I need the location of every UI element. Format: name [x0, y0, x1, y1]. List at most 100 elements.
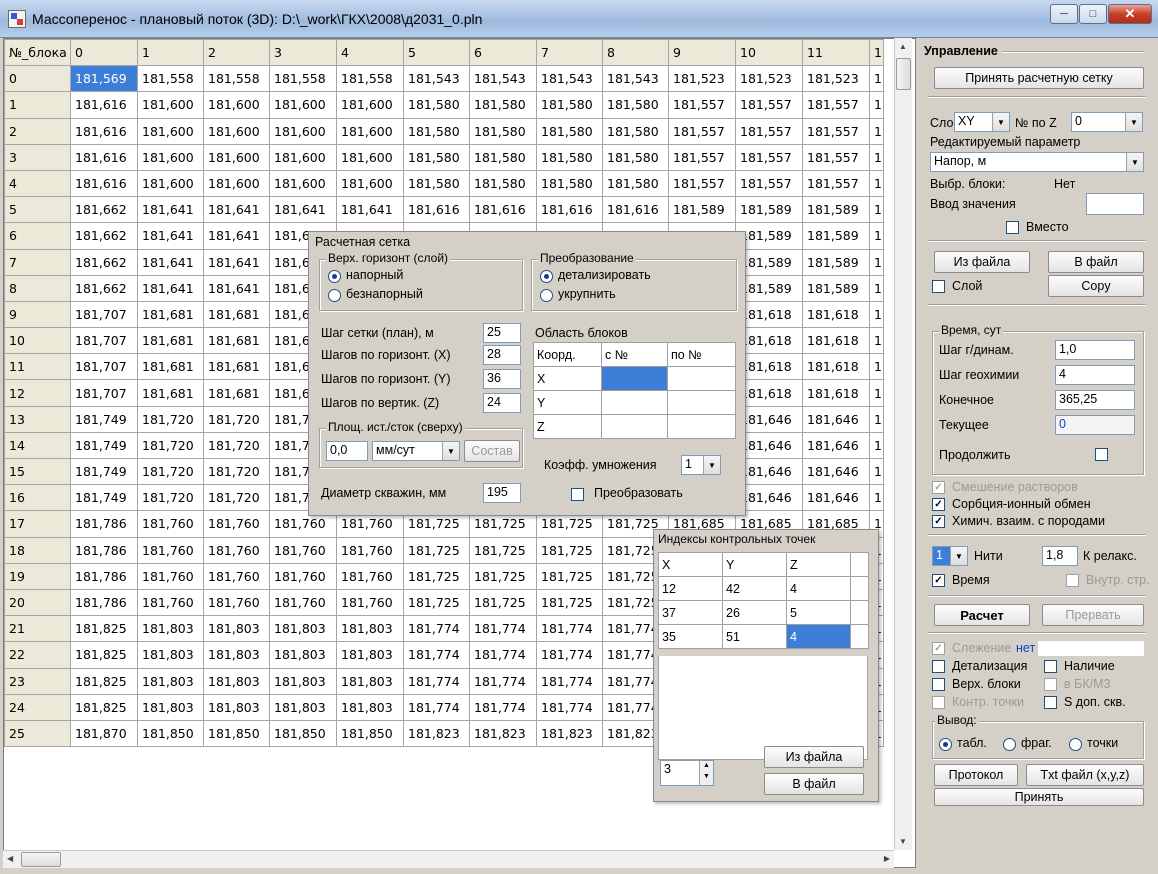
grid-cell[interactable]: 181,616 — [70, 117, 138, 145]
grid-cell[interactable]: 181,580 — [403, 169, 470, 198]
grid-cell[interactable]: 181,580 — [536, 169, 603, 198]
grid-cell[interactable]: 181,523 — [802, 65, 870, 93]
title-bar[interactable]: Массоперенос - плановый поток (3D): D:\_… — [0, 0, 1158, 38]
grid-cell[interactable]: 181,774 — [469, 693, 537, 721]
row-header[interactable]: 15 — [4, 457, 71, 486]
row-header[interactable]: 3 — [4, 143, 71, 171]
source-input[interactable]: 0,0 — [326, 441, 368, 461]
grid-cell[interactable]: 181,641 — [203, 274, 270, 302]
grid-cell[interactable]: 181,618 — [802, 300, 870, 329]
threads-select[interactable]: 1 ▼ — [932, 546, 968, 566]
grid-cell[interactable]: 181,543 — [602, 65, 669, 93]
column-header[interactable]: 1 — [137, 39, 204, 67]
grid-cell[interactable]: 181,600 — [203, 169, 270, 198]
grid-cell[interactable]: 181,557 — [802, 169, 870, 198]
grid-cell[interactable]: 181,600 — [137, 169, 204, 198]
minimize-icon[interactable]: ─ — [1050, 4, 1078, 24]
grid-cell[interactable]: 181,774 — [469, 641, 537, 669]
protocol-button[interactable]: Протокол — [934, 764, 1018, 786]
grid-cell[interactable]: 1 — [869, 431, 884, 460]
grid-cell[interactable]: 181,725 — [536, 536, 603, 564]
continue-checkbox[interactable] — [1095, 448, 1108, 461]
grid-cell[interactable]: 181,580 — [469, 117, 537, 145]
out-points-radio[interactable] — [1069, 738, 1082, 751]
block-cell[interactable] — [601, 366, 668, 391]
row-header[interactable]: 17 — [4, 510, 71, 538]
to-file-button[interactable]: В файл — [1048, 251, 1144, 273]
grid-cell[interactable]: 181,803 — [203, 693, 270, 721]
grid-cell[interactable]: 181,720 — [137, 405, 204, 433]
grid-cell[interactable]: 181,662 — [70, 274, 138, 302]
grid-cell[interactable]: 181,662 — [70, 222, 138, 250]
z-select[interactable]: 0 ▼ — [1071, 112, 1143, 132]
grid-cell[interactable]: 181,589 — [802, 222, 870, 250]
grid-cell[interactable]: 181,760 — [336, 562, 404, 590]
grid-cell[interactable]: 181,557 — [802, 143, 870, 171]
grid-cell[interactable]: 181,760 — [203, 588, 270, 617]
grid-cell[interactable]: 181,641 — [269, 196, 337, 224]
calc-button[interactable]: Расчет — [934, 604, 1030, 626]
grid-cell[interactable]: 181,725 — [469, 536, 537, 564]
grid-cell[interactable]: 1 — [869, 169, 884, 198]
grid-cell[interactable]: 181,580 — [536, 143, 603, 171]
grid-cell[interactable]: 181,580 — [536, 117, 603, 145]
row-header[interactable]: 21 — [4, 615, 71, 643]
edit-param-select[interactable]: Напор, м ▼ — [930, 152, 1144, 172]
grid-cell[interactable]: 181,760 — [137, 588, 204, 617]
column-header[interactable]: 5 — [403, 39, 470, 67]
grid-cell[interactable]: 181,760 — [269, 588, 337, 617]
row-header[interactable]: 24 — [4, 693, 71, 721]
grid-cell[interactable]: 181,641 — [137, 248, 204, 276]
grid-cell[interactable]: 181,600 — [137, 117, 204, 145]
grid-cell[interactable]: 181,580 — [602, 117, 669, 145]
column-header[interactable]: 2 — [203, 39, 270, 67]
step-geochem-input[interactable]: 4 — [1055, 365, 1135, 385]
grid-cell[interactable]: 181,681 — [203, 379, 270, 407]
scroll-right-icon[interactable]: ▶ — [884, 854, 890, 863]
row-header[interactable]: 16 — [4, 484, 71, 512]
grid-cell[interactable]: 181,803 — [336, 641, 404, 669]
grid-cell[interactable]: 181,580 — [469, 169, 537, 198]
grid-cell[interactable]: 181,760 — [137, 562, 204, 590]
grid-cell[interactable]: 181,760 — [137, 510, 204, 538]
input-value-field[interactable] — [1086, 193, 1144, 215]
grid-cell[interactable]: 181,641 — [137, 222, 204, 250]
column-header[interactable]: 8 — [602, 39, 669, 67]
grid-cell[interactable]: 181,725 — [403, 588, 470, 617]
grid-cell[interactable]: 181,616 — [70, 169, 138, 198]
grid-cell[interactable]: 181,580 — [403, 91, 470, 119]
grid-cell[interactable]: 181,825 — [70, 615, 138, 643]
row-header[interactable]: 13 — [4, 405, 71, 433]
grid-cell[interactable]: 181,600 — [137, 91, 204, 119]
grid-cell[interactable]: 181,616 — [403, 196, 470, 224]
grid-cell[interactable]: 181,760 — [203, 536, 270, 564]
column-header[interactable]: 7 — [536, 39, 603, 67]
grid-cell[interactable]: 181,774 — [403, 615, 470, 643]
row-header[interactable]: 11 — [4, 353, 71, 381]
grid-cell[interactable]: 181,803 — [137, 667, 204, 695]
detail-radio[interactable] — [540, 270, 553, 283]
grid-cell[interactable]: 181,600 — [336, 143, 404, 171]
column-header[interactable]: 1 — [869, 39, 884, 67]
accept-button[interactable]: Принять — [934, 788, 1144, 806]
grid-cell[interactable]: 181,774 — [536, 667, 603, 695]
grid-cell[interactable]: 181,580 — [403, 117, 470, 145]
steps-y-input[interactable]: 36 — [483, 369, 521, 389]
row-header[interactable]: 14 — [4, 431, 71, 460]
steps-x-input[interactable]: 28 — [483, 345, 521, 365]
grid-vertical-scrollbar[interactable]: ▲ ▼ — [894, 38, 912, 850]
grid-cell[interactable]: 181,749 — [70, 457, 138, 486]
grid-cell[interactable]: 181,600 — [336, 117, 404, 145]
grid-cell[interactable]: 181,725 — [536, 562, 603, 590]
grid-cell[interactable]: 181,662 — [70, 248, 138, 276]
block-cell[interactable] — [667, 390, 736, 415]
grid-cell[interactable]: 181,760 — [203, 510, 270, 538]
grid-cell[interactable]: 181,600 — [203, 117, 270, 145]
grid-cell[interactable]: 181,720 — [203, 405, 270, 433]
grid-cell[interactable]: 181,803 — [203, 667, 270, 695]
grid-cell[interactable]: 181,557 — [668, 117, 736, 145]
grid-cell[interactable]: 181,803 — [269, 667, 337, 695]
points-cell[interactable]: 12 — [658, 576, 723, 601]
grid-cell[interactable]: 181,618 — [802, 327, 870, 355]
grid-cell[interactable]: 181,641 — [336, 196, 404, 224]
